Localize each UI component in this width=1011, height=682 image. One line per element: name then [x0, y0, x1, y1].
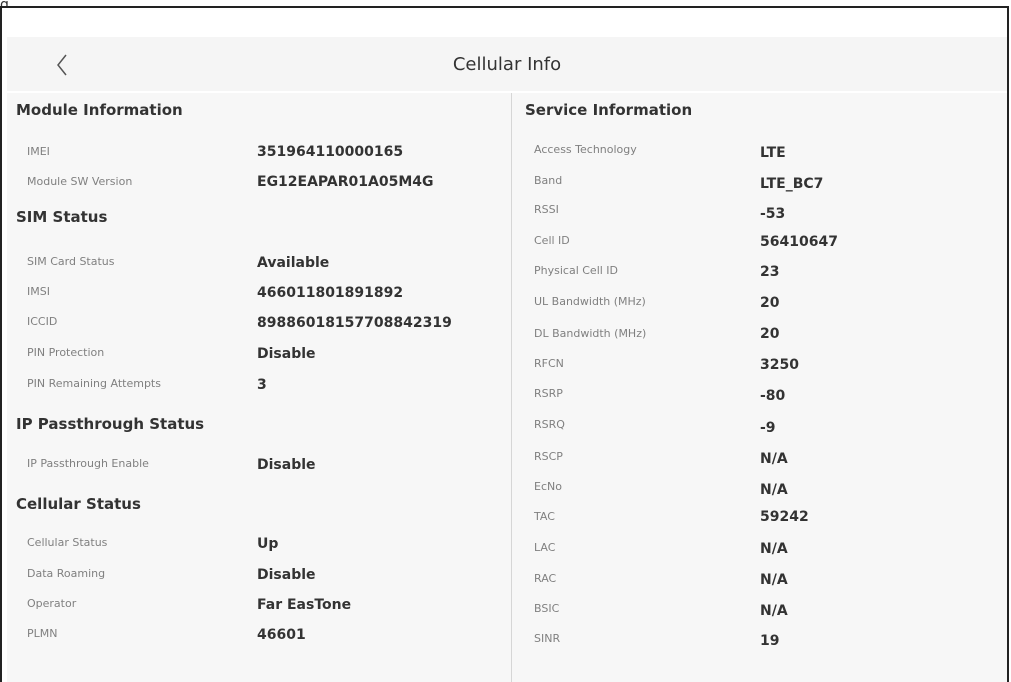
info-row: RSSI -53	[517, 203, 1007, 223]
info-value: N/A	[760, 451, 788, 467]
info-row: Band LTE_BC7	[517, 174, 1007, 194]
info-row: IMEI 351964110000165	[7, 144, 511, 165]
info-row: BSIC N/A	[517, 602, 1007, 622]
info-value: 20	[760, 295, 780, 311]
section-title-service-information: Service Information	[525, 101, 693, 119]
info-row: Data Roaming Disable	[7, 567, 511, 587]
info-label: IP Passthrough Enable	[27, 457, 149, 470]
info-value: 56410647	[760, 234, 838, 250]
info-row: DL Bandwidth (MHz) 20	[517, 326, 1007, 347]
info-row: IMSI 466011801891892	[7, 285, 511, 305]
info-label: RAC	[534, 572, 557, 585]
info-value: 3	[257, 377, 267, 393]
info-label: BSIC	[534, 602, 560, 615]
column-divider	[511, 93, 512, 682]
info-value: Disable	[257, 457, 316, 473]
info-row: EcNo N/A	[517, 480, 1007, 500]
info-row: PIN Protection Disable	[7, 346, 511, 366]
info-value: 19	[760, 633, 780, 649]
info-value: Disable	[257, 346, 316, 362]
info-row: Cellular Status Up	[7, 536, 511, 556]
info-value: 466011801891892	[257, 285, 404, 301]
info-row: SIM Card Status Available	[7, 255, 511, 275]
info-row: UL Bandwidth (MHz) 20	[517, 295, 1007, 315]
info-label: Cell ID	[534, 234, 570, 247]
info-label: UL Bandwidth (MHz)	[534, 295, 646, 308]
info-value: 46601	[257, 627, 306, 643]
info-value: N/A	[760, 572, 788, 588]
info-row: Access Technology LTE	[517, 143, 1007, 163]
section-title-module-information: Module Information	[16, 101, 183, 119]
info-row: SINR 19	[517, 632, 1007, 652]
info-row: Cell ID 56410647	[517, 234, 1007, 254]
info-row: RSRP -80	[517, 387, 1007, 407]
info-row: RSRQ -9	[517, 418, 1007, 438]
info-value: -9	[760, 420, 776, 436]
info-label: RFCN	[534, 357, 564, 370]
info-label: IMSI	[27, 285, 50, 298]
left-column: Module Information IMEI 351964110000165 …	[7, 93, 511, 682]
info-value: N/A	[760, 482, 788, 498]
section-title-cellular-status: Cellular Status	[16, 495, 141, 513]
info-value: N/A	[760, 541, 788, 557]
info-value: Disable	[257, 567, 316, 583]
info-label: Band	[534, 174, 563, 187]
info-value: 59242	[760, 509, 809, 525]
info-value: Available	[257, 255, 330, 271]
info-label: DL Bandwidth (MHz)	[534, 327, 647, 340]
info-value: N/A	[760, 603, 788, 619]
section-title-sim-status: SIM Status	[16, 208, 108, 226]
info-value: Far EasTone	[257, 597, 352, 613]
info-row: RFCN 3250	[517, 357, 1007, 377]
info-value: Up	[257, 536, 279, 552]
info-value: 20	[760, 326, 780, 342]
info-label: RSRQ	[534, 418, 565, 431]
info-label: RSCP	[534, 450, 563, 463]
info-row: Physical Cell ID 23	[517, 264, 1007, 284]
page-header: Cellular Info	[7, 37, 1007, 91]
info-row: Module SW Version EG12EAPAR01A05M4G	[7, 174, 511, 195]
info-label: PIN Protection	[27, 346, 105, 359]
info-label: Operator	[27, 597, 77, 610]
info-label: IMEI	[27, 145, 50, 158]
info-label: Cellular Status	[27, 536, 108, 549]
info-label: SINR	[534, 632, 561, 645]
info-row: Operator Far EasTone	[7, 597, 511, 617]
info-label: LAC	[534, 541, 556, 554]
info-row: LAC N/A	[517, 541, 1007, 561]
right-column: Service Information Access Technology LT…	[517, 93, 1007, 682]
info-label: ICCID	[27, 315, 58, 328]
info-row: RSCP N/A	[517, 450, 1007, 470]
info-row: IP Passthrough Enable Disable	[7, 457, 511, 477]
info-label: Access Technology	[534, 143, 637, 156]
page-title: Cellular Info	[452, 54, 562, 75]
info-label: Physical Cell ID	[534, 264, 619, 277]
info-label: PIN Remaining Attempts	[27, 377, 161, 390]
info-label: Data Roaming	[27, 567, 106, 580]
info-row: ICCID 89886018157708842319	[7, 315, 511, 335]
info-label: SIM Card Status	[27, 255, 115, 268]
info-row: PIN Remaining Attempts 3	[7, 377, 511, 397]
info-label: Module SW Version	[27, 175, 133, 188]
info-value: LTE_BC7	[760, 176, 824, 192]
info-value: -80	[760, 388, 786, 404]
info-value: 23	[760, 264, 780, 280]
info-label: PLMN	[27, 627, 58, 640]
info-label: RSRP	[534, 387, 563, 400]
info-row: PLMN 46601	[7, 627, 511, 647]
info-row: RAC N/A	[517, 572, 1007, 592]
info-value: LTE	[760, 145, 786, 161]
section-title-ip-passthrough-status: IP Passthrough Status	[16, 415, 205, 433]
info-row: TAC 59242	[517, 509, 1007, 530]
info-value: 89886018157708842319	[257, 315, 452, 331]
info-label: EcNo	[534, 480, 562, 493]
info-panel: Module Information IMEI 351964110000165 …	[7, 93, 1007, 682]
info-value: EG12EAPAR01A05M4G	[257, 174, 434, 190]
info-label: RSSI	[534, 203, 559, 216]
info-value: 351964110000165	[257, 144, 404, 160]
info-value: 3250	[760, 357, 799, 373]
info-value: -53	[760, 206, 786, 222]
info-label: TAC	[534, 510, 555, 523]
